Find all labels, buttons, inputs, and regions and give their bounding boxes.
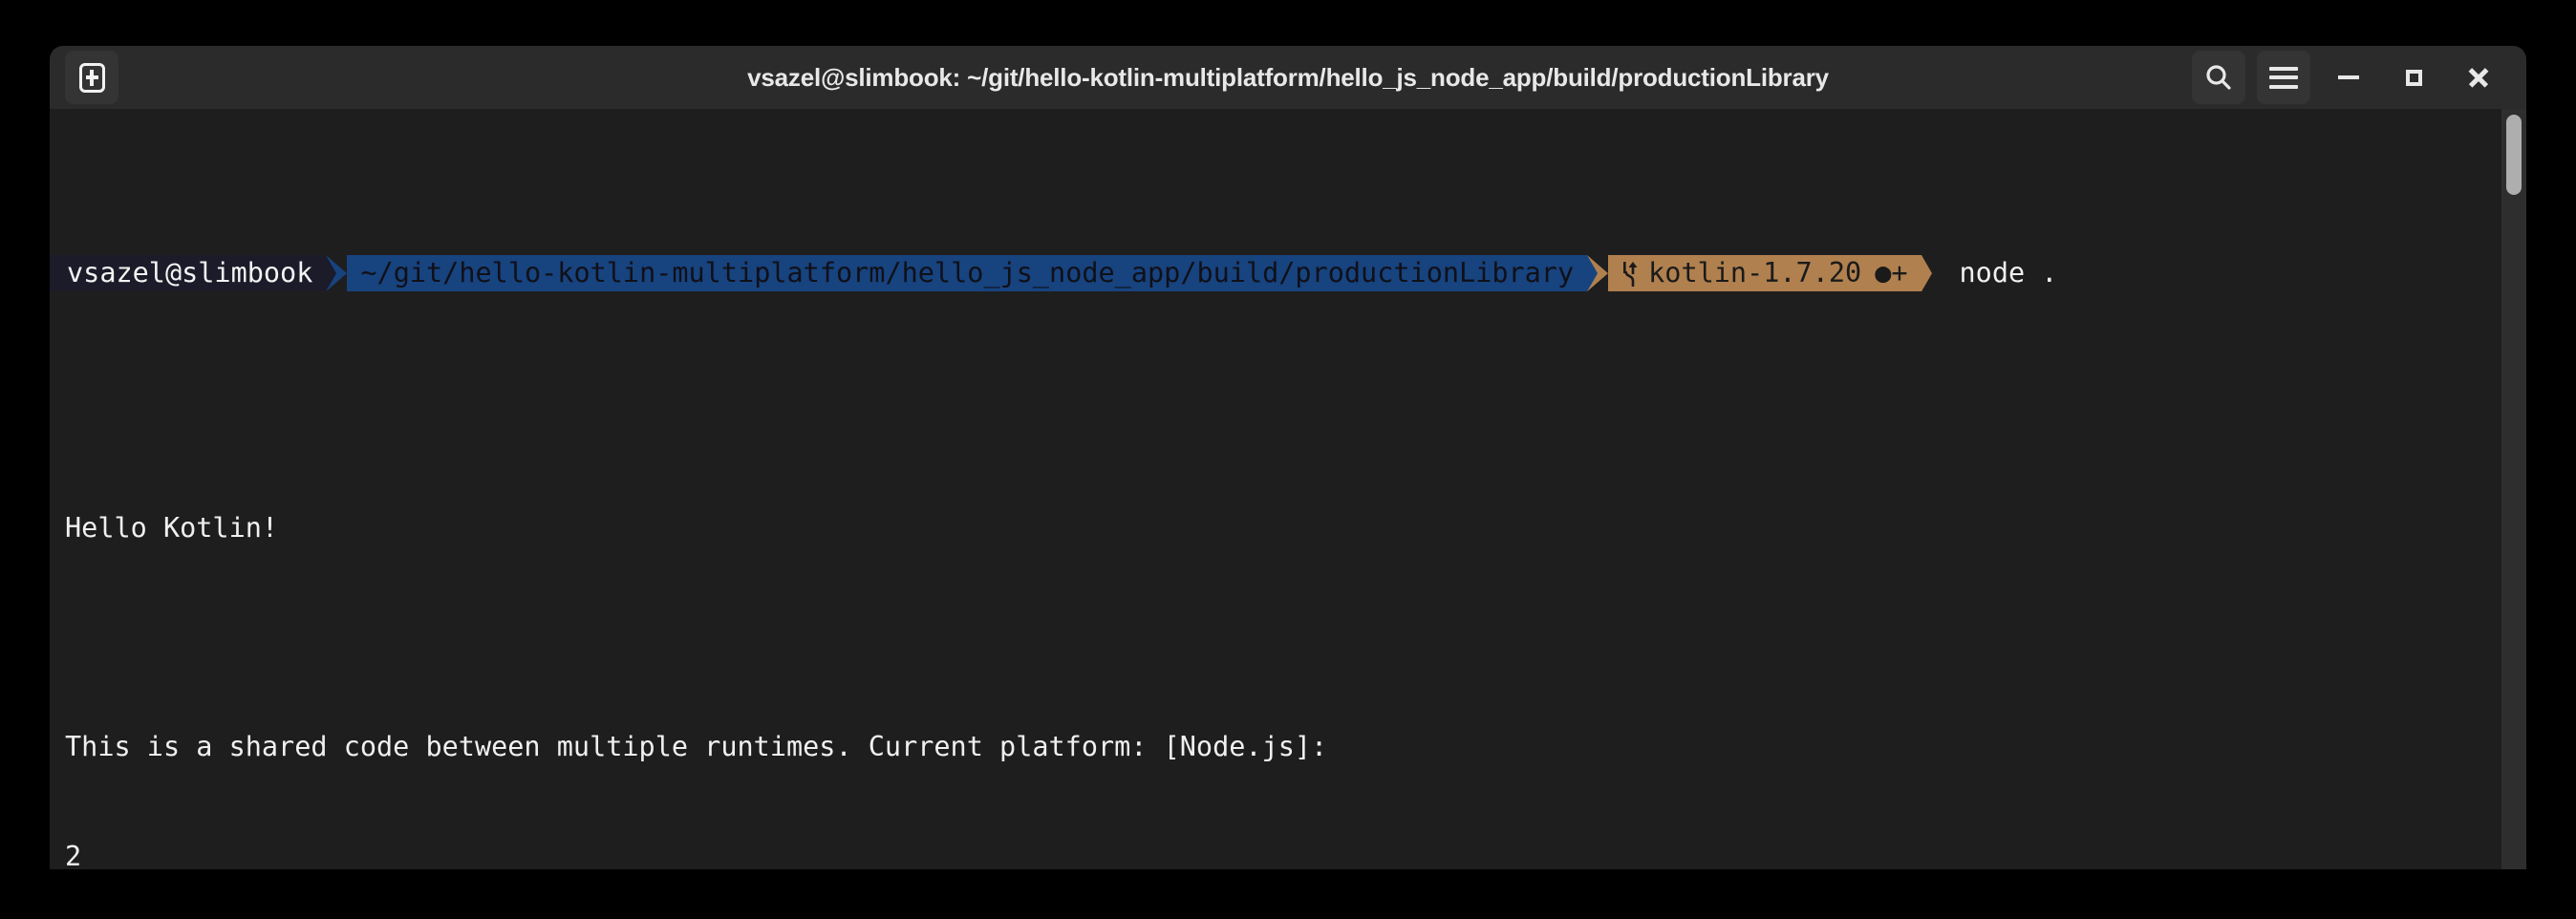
minimize-button[interactable] <box>2322 51 2375 104</box>
prompt-line: vsazel@slimbook ~/git/hello-kotlin-multi… <box>50 254 2501 291</box>
new-tab-icon <box>78 62 105 93</box>
scrollbar-track[interactable] <box>2501 109 2526 869</box>
prompt-path: ~/git/hello-kotlin-multiplatform/hello_j… <box>347 254 1588 291</box>
terminal-text-area[interactable]: vsazel@slimbook ~/git/hello-kotlin-multi… <box>50 109 2501 869</box>
prompt-user-host: vsazel@slimbook <box>50 254 327 291</box>
titlebar: vsazel@slimbook: ~/git/hello-kotlin-mult… <box>50 46 2526 109</box>
output-line: Hello Kotlin! <box>65 512 279 545</box>
prompt-command[interactable]: node . <box>1943 255 2072 291</box>
git-branch-icon <box>1623 261 1638 287</box>
terminal-window: vsazel@slimbook: ~/git/hello-kotlin-mult… <box>50 46 2526 869</box>
prompt-separator-3-icon <box>1921 254 1943 291</box>
titlebar-controls <box>2192 51 2505 104</box>
output-line-blank <box>65 620 2501 656</box>
close-icon <box>2467 66 2490 89</box>
prompt-git-segment: kotlin-1.7.20 ●+ <box>1608 254 1921 291</box>
prompt-separator-2-icon <box>1587 254 1609 291</box>
search-icon <box>2206 65 2231 90</box>
prompt-separator-1-icon <box>326 254 348 291</box>
minimize-icon <box>2338 75 2359 79</box>
scrollbar-thumb[interactable] <box>2506 115 2522 195</box>
new-tab-button[interactable] <box>65 51 118 104</box>
terminal-body[interactable]: vsazel@slimbook ~/git/hello-kotlin-multi… <box>50 109 2526 869</box>
maximize-button[interactable] <box>2387 51 2440 104</box>
page-root: vsazel@slimbook: ~/git/hello-kotlin-mult… <box>0 0 2576 919</box>
maximize-icon <box>2405 69 2422 86</box>
hamburger-icon <box>2269 66 2298 89</box>
prompt-git-status: ●+ <box>1875 256 1908 289</box>
menu-button[interactable] <box>2257 51 2310 104</box>
close-button[interactable] <box>2452 51 2505 104</box>
output-line: 2 <box>65 841 82 869</box>
terminal-output: Hello Kotlin! This is a shared code betw… <box>50 438 2501 869</box>
search-button[interactable] <box>2192 51 2245 104</box>
prompt-git-branch: kotlin-1.7.20 <box>1648 256 1862 289</box>
window-title: vsazel@slimbook: ~/git/hello-kotlin-mult… <box>747 62 1829 92</box>
output-line: This is a shared code between multiple r… <box>65 731 1328 763</box>
